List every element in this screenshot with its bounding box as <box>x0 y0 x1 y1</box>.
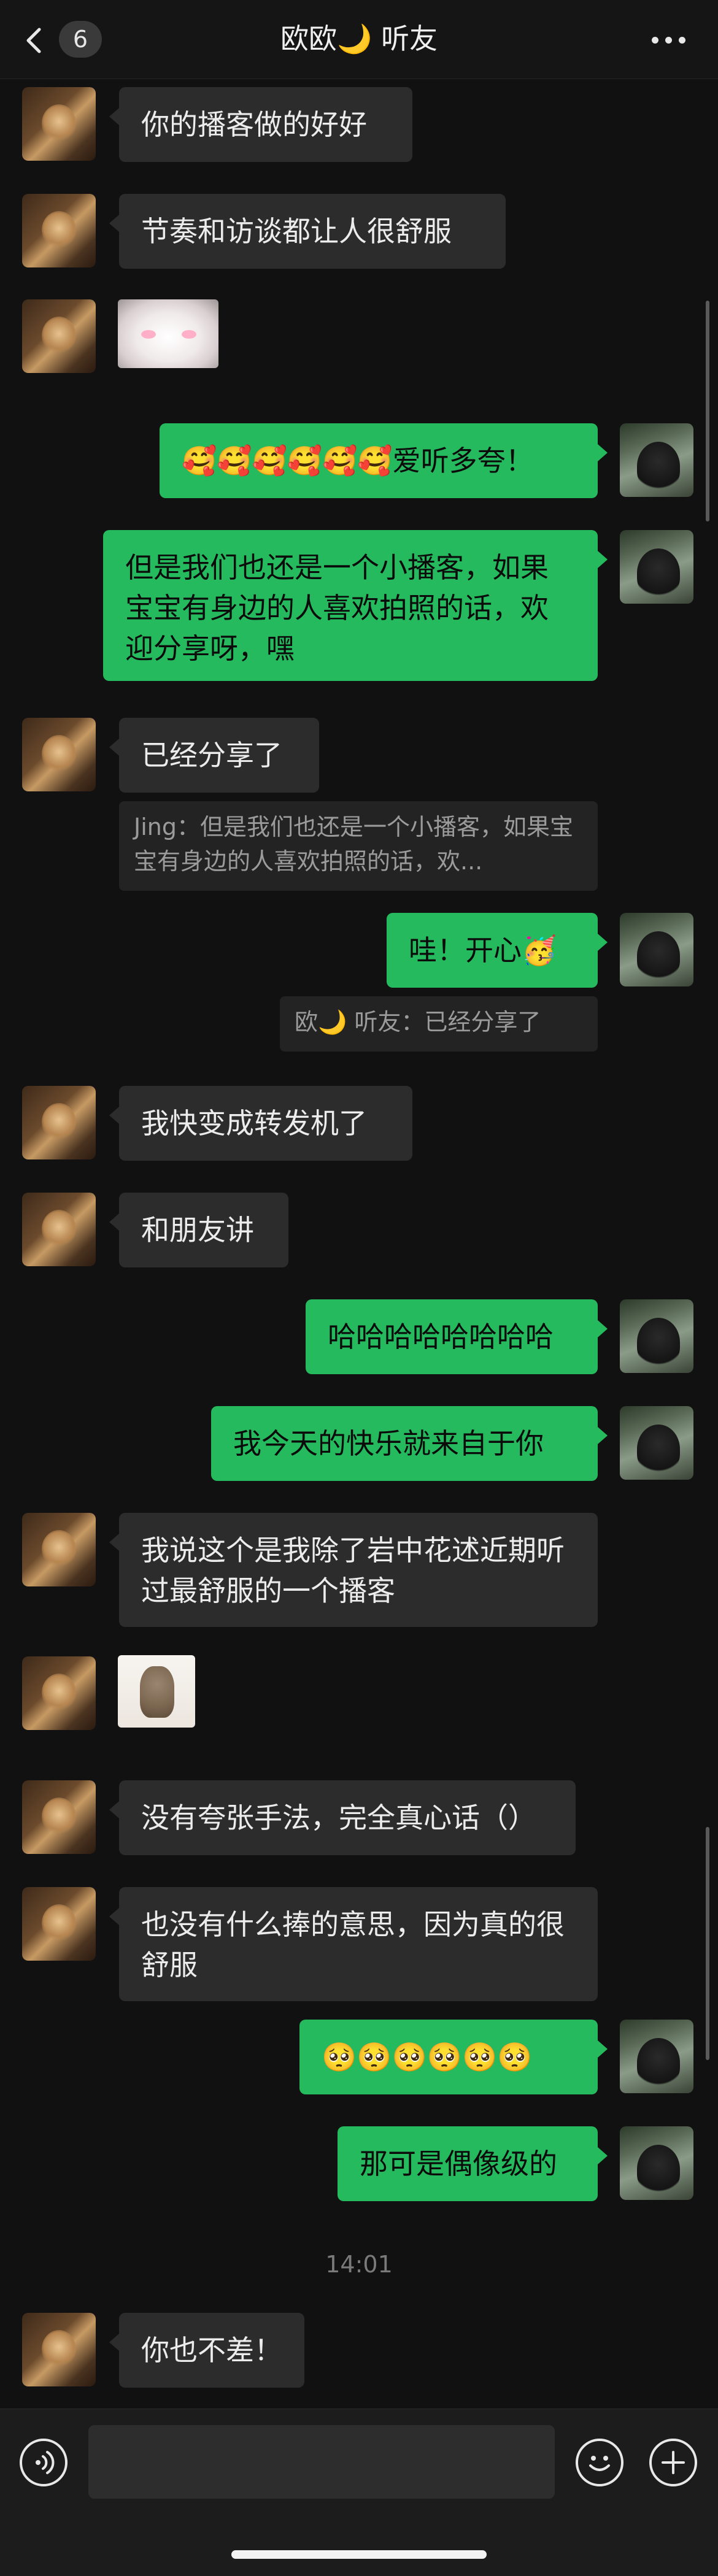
sticker-otter[interactable] <box>118 1655 195 1728</box>
message-bubble[interactable]: 我说这个是我除了岩中花述近期听过最舒服的一个播客 <box>109 1513 598 1627</box>
message-bubble[interactable]: 但是我们也还是一个小播客，如果宝宝有身边的人喜欢拍照的话，欢迎分享呀，嘿 <box>103 530 608 681</box>
add-icon <box>662 2451 685 2474</box>
input-bar <box>0 2409 718 2576</box>
message-bubble[interactable]: 没有夸张手法，完全真心话（） <box>109 1780 576 1855</box>
timestamp: 14:01 <box>325 2251 393 2278</box>
avatar[interactable] <box>22 1193 96 1266</box>
avatar[interactable] <box>22 87 96 161</box>
message-bubble[interactable]: 🥺🥺🥺🥺🥺🥺 <box>299 2020 608 2094</box>
message-bubble[interactable]: 和朋友讲 <box>109 1193 288 1267</box>
chevron-left-icon <box>26 28 41 53</box>
avatar[interactable] <box>22 1086 96 1159</box>
message-bubble[interactable]: 你的播客做的好好 <box>109 87 412 162</box>
back-button[interactable]: 6 <box>25 21 104 58</box>
avatar[interactable] <box>22 718 96 791</box>
message-input[interactable] <box>88 2425 555 2499</box>
message-bubble[interactable]: 那可是偶像级的 <box>338 2126 608 2201</box>
avatar[interactable] <box>22 299 96 373</box>
chat-header: 6 欧欧🌙 听友 <box>0 0 718 79</box>
more-icon <box>652 37 658 44</box>
more-icon-dot <box>679 37 685 44</box>
avatar[interactable] <box>22 2313 96 2386</box>
message-bubble[interactable]: 节奏和访谈都让人很舒服 <box>109 194 506 269</box>
avatar[interactable] <box>620 2020 693 2093</box>
avatar[interactable] <box>22 1780 96 1854</box>
avatar[interactable] <box>620 1299 693 1373</box>
scrollbar[interactable] <box>706 1827 709 2060</box>
voice-icon <box>36 2451 55 2474</box>
chat-title: 欧欧🌙 听友 <box>280 22 438 55</box>
avatar[interactable] <box>22 1513 96 1586</box>
more-icon-dot <box>665 37 672 44</box>
avatar[interactable] <box>620 1406 693 1480</box>
message-bubble[interactable]: 我快变成转发机了 <box>109 1086 412 1161</box>
avatar[interactable] <box>620 913 693 986</box>
avatar[interactable] <box>22 194 96 267</box>
message-bubble[interactable]: 🥰🥰🥰🥰🥰🥰爱听多夸！ <box>160 423 608 498</box>
home-indicator[interactable] <box>231 2550 487 2559</box>
message-bubble[interactable]: 也没有什么捧的意思，因为真的很舒服 <box>109 1887 598 2001</box>
sticker-white-kitten[interactable] <box>118 299 218 368</box>
more-button[interactable] <box>644 25 693 54</box>
avatar[interactable] <box>620 2126 693 2200</box>
message-bubble[interactable]: 你也不差！ <box>109 2313 304 2388</box>
quoted-message[interactable]: Jing：但是我们也还是一个小播客，如果宝宝有身边的人喜欢拍照的话，欢... <box>119 801 598 891</box>
scrollbar[interactable] <box>706 301 709 521</box>
message-bubble[interactable]: 哇！开心🥳 <box>387 913 608 988</box>
avatar[interactable] <box>620 530 693 604</box>
avatar[interactable] <box>22 1656 96 1730</box>
unread-count-badge: 6 <box>59 21 102 58</box>
avatar[interactable] <box>22 1887 96 1961</box>
emoji-button[interactable] <box>576 2439 623 2486</box>
voice-button[interactable] <box>20 2439 68 2486</box>
avatar[interactable] <box>620 423 693 497</box>
quoted-message[interactable]: 欧🌙 听友：已经分享了 <box>280 996 598 1052</box>
message-bubble[interactable]: 哈哈哈哈哈哈哈哈 <box>306 1299 608 1374</box>
add-button[interactable] <box>649 2439 697 2486</box>
emoji-icon <box>589 2456 610 2471</box>
message-bubble[interactable]: 已经分享了 <box>109 718 319 793</box>
message-bubble[interactable]: 我今天的快乐就来自于你 <box>211 1406 608 1481</box>
